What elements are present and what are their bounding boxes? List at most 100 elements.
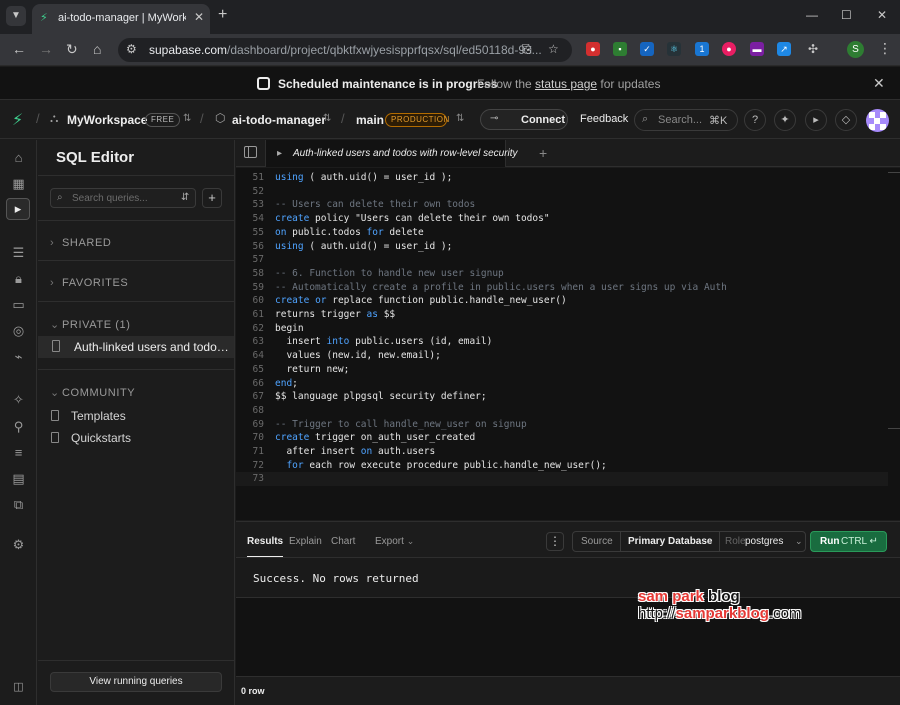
code-line[interactable]: 65 return new; — [236, 363, 888, 377]
window-close-icon[interactable]: ✕ — [877, 8, 887, 22]
sql-editor-icon[interactable]: ▸ — [6, 198, 30, 220]
workspace-switch-icon[interactable]: ⇅ — [183, 113, 191, 124]
code-line[interactable]: 56 using ( auth.uid() = user_id ); — [236, 240, 888, 254]
user-avatar[interactable] — [866, 109, 889, 132]
settings-gear-icon[interactable]: ⚙ — [10, 536, 27, 553]
workspace-name[interactable]: MyWorkspace — [67, 113, 147, 127]
community-templates[interactable]: Templates — [51, 409, 126, 423]
tab-results[interactable]: Results — [247, 536, 284, 557]
lightbulb-icon[interactable]: ✦ — [774, 109, 796, 131]
code-line[interactable]: 66 end; — [236, 377, 888, 391]
code-line[interactable]: 63 insert into public.users (id, email) — [236, 335, 888, 349]
storage-icon[interactable]: ▭ — [10, 296, 27, 313]
help-icon[interactable]: ? — [744, 109, 766, 131]
code-line[interactable]: 71 after insert on auth.users — [236, 445, 888, 459]
supabase-logo-icon[interactable]: ⚡ — [12, 110, 23, 130]
extension-5-icon[interactable]: 1 — [695, 42, 709, 56]
logs-icon[interactable]: ≡ — [10, 444, 27, 461]
tab-export[interactable]: Export ⌄ — [375, 536, 414, 547]
feedback-button[interactable]: Feedback — [580, 113, 628, 125]
code-line[interactable]: 73 — [236, 472, 888, 487]
maximize-icon[interactable]: ☐ — [841, 8, 852, 22]
code-line[interactable]: 52 — [236, 185, 888, 199]
role-select[interactable]: postgres — [745, 536, 783, 547]
code-line[interactable]: 58 -- 6. Function to handle new user sign… — [236, 267, 888, 281]
integrations-icon[interactable]: ⧉ — [10, 496, 27, 513]
code-line[interactable]: 60 create or replace function public.hand… — [236, 294, 888, 308]
status-page-link[interactable]: status page — [535, 77, 597, 91]
address-bar[interactable]: ⚙ supabase.com/dashboard/project/qbktfxw… — [118, 38, 572, 62]
branch-name[interactable]: main — [356, 113, 384, 127]
new-query-button[interactable]: + — [202, 188, 222, 208]
reports-icon[interactable]: ⚲ — [10, 418, 27, 435]
tab-chart[interactable]: Chart — [331, 536, 355, 547]
view-running-queries-button[interactable]: View running queries — [50, 672, 222, 692]
minimize-icon[interactable]: — — [806, 8, 818, 22]
code-line[interactable]: 68 — [236, 404, 888, 418]
extension-8-icon[interactable]: ↗ — [777, 42, 791, 56]
section-community[interactable]: ⌄ COMMUNITY — [50, 386, 135, 399]
profile-avatar[interactable]: S — [847, 41, 864, 58]
back-icon[interactable]: ← — [12, 41, 26, 57]
section-favorites[interactable]: › FAVORITES — [50, 277, 128, 289]
code-line[interactable]: 53 -- Users can delete their own todos — [236, 198, 888, 212]
branch-switch-icon[interactable]: ⇅ — [456, 113, 464, 124]
extension-2-icon[interactable]: ▪ — [613, 42, 627, 56]
code-line[interactable]: 67 $$ language plpgsql security definer; — [236, 390, 888, 404]
code-line[interactable]: 55 on public.todos for delete — [236, 226, 888, 240]
reload-icon[interactable]: ↻ — [66, 41, 78, 58]
banner-close-icon[interactable]: ✕ — [873, 75, 885, 92]
tab-search-button[interactable]: ▼ — [6, 6, 26, 26]
home-nav-icon[interactable]: ⌂ — [10, 149, 27, 166]
api-docs-icon[interactable]: ▤ — [10, 470, 27, 487]
connect-button[interactable]: ⊸ Connect — [480, 109, 568, 130]
source-select[interactable]: Primary Database — [628, 536, 713, 547]
code-line[interactable]: 64 values (new.id, new.email); — [236, 349, 888, 363]
install-app-icon[interactable]: ⎘ — [522, 42, 532, 57]
realtime-icon[interactable]: ⌁ — [10, 348, 27, 365]
code-line[interactable]: 72 for each row execute procedure public… — [236, 459, 888, 473]
close-tab-icon[interactable]: ✕ — [194, 10, 204, 24]
bookmark-star-icon[interactable]: ☆ — [548, 42, 559, 56]
home-icon[interactable]: ⌂ — [93, 41, 101, 57]
toggle-panel-icon[interactable] — [244, 146, 257, 158]
community-quickstarts[interactable]: Quickstarts — [51, 431, 131, 445]
code-line[interactable]: 54 create policy "Users can delete their … — [236, 212, 888, 226]
extension-7-icon[interactable]: ▬ — [750, 42, 764, 56]
editor-tab-active[interactable]: ▸ Auth-linked users and todos with row-l… — [265, 140, 518, 167]
code-line[interactable]: 70 create trigger on_auth_user_created — [236, 431, 888, 445]
new-tab-button[interactable]: + — [218, 6, 227, 24]
table-editor-icon[interactable]: ▦ — [10, 175, 27, 192]
database-icon[interactable]: ☰ — [10, 244, 27, 261]
sort-icon[interactable]: ⇵ — [181, 192, 189, 203]
project-name[interactable]: ai-todo-manager — [232, 113, 326, 127]
extensions-puzzle-icon[interactable]: ✣ — [806, 42, 820, 56]
extension-3-icon[interactable]: ✓ — [640, 42, 654, 56]
forward-icon[interactable]: → — [39, 41, 53, 57]
code-line[interactable]: 51 using ( auth.uid() = user_id ); — [236, 171, 888, 185]
edge-functions-icon[interactable]: ◎ — [10, 322, 27, 339]
code-line[interactable]: 69 -- Trigger to call handle_new_user on … — [236, 418, 888, 432]
code-line[interactable]: 59 -- Automatically create a profile in p… — [236, 281, 888, 295]
sql-code-editor[interactable]: 51 using ( auth.uid() = user_id ); 52 53 -- … — [236, 168, 900, 520]
section-shared[interactable]: › SHARED — [50, 237, 111, 249]
assistant-icon[interactable]: ◇ — [835, 109, 857, 131]
site-info-icon[interactable]: ⚙ — [126, 42, 137, 56]
advisors-icon[interactable]: ✧ — [10, 391, 27, 408]
run-button[interactable]: Run CTRL ↵ — [810, 531, 887, 552]
query-search-input[interactable]: ⌕ Search queries... ⇵ — [50, 188, 196, 208]
code-line[interactable]: 57 — [236, 253, 888, 267]
code-line[interactable]: 61 returns trigger as $$ — [236, 308, 888, 322]
extension-6-icon[interactable]: ● — [722, 42, 736, 56]
global-search[interactable]: ⌕ Search... ⌘K — [634, 109, 738, 131]
extension-1-icon[interactable]: ● — [586, 42, 600, 56]
code-line[interactable]: 62 begin — [236, 322, 888, 336]
chevron-down-icon[interactable]: ⌄ — [795, 536, 803, 547]
chevron-down-icon[interactable]: ⌄ — [705, 536, 713, 547]
query-item-active[interactable]: Auth-linked users and todos with row-lev… — [38, 336, 234, 358]
section-private[interactable]: ⌄ PRIVATE (1) — [50, 318, 131, 331]
project-switch-icon[interactable]: ⇅ — [323, 113, 331, 124]
browser-menu-icon[interactable]: ⋮ — [878, 40, 892, 57]
terminal-icon[interactable]: ▸ — [805, 109, 827, 131]
auth-lock-icon[interactable]: 🔒︎ — [10, 270, 27, 287]
